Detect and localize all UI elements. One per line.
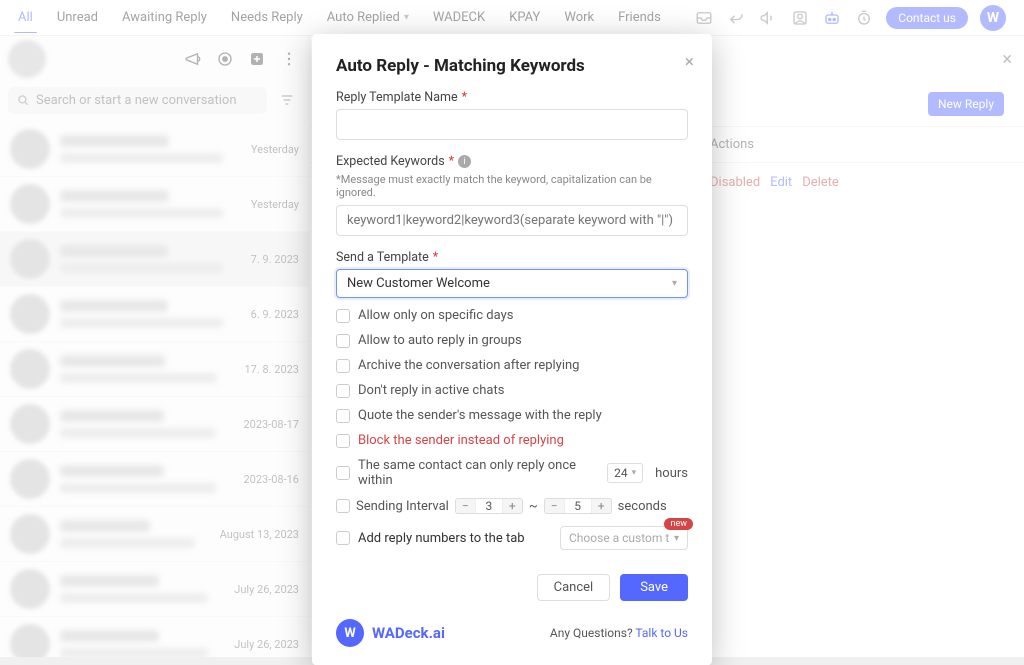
brand-name: WADeck.ai bbox=[372, 624, 445, 642]
chevron-down-icon: ▾ bbox=[672, 278, 677, 289]
send-template-select[interactable]: New Customer Welcome ▾ bbox=[336, 269, 688, 298]
interval-label: Sending Interval bbox=[356, 499, 449, 514]
close-icon[interactable]: × bbox=[685, 52, 694, 72]
hours-select[interactable]: 24▾ bbox=[607, 463, 643, 483]
template-name-label: Reply Template Name bbox=[336, 90, 458, 105]
check-specific-days[interactable]: Allow only on specific days bbox=[336, 308, 688, 323]
checkbox-icon[interactable] bbox=[336, 359, 350, 373]
check-no-active[interactable]: Don't reply in active chats bbox=[336, 383, 688, 398]
auto-reply-modal: × Auto Reply - Matching Keywords Reply T… bbox=[312, 34, 712, 665]
send-template-label: Send a Template bbox=[336, 250, 429, 265]
keywords-hint: *Message must exactly match the keyword,… bbox=[336, 173, 688, 199]
talk-to-us-link[interactable]: Talk to Us bbox=[635, 626, 688, 640]
check-archive[interactable]: Archive the conversation after replying bbox=[336, 358, 688, 373]
check-in-groups[interactable]: Allow to auto reply in groups bbox=[336, 333, 688, 348]
chevron-down-icon: ▾ bbox=[674, 533, 679, 544]
interval-min-stepper[interactable]: − 3 + bbox=[455, 498, 523, 514]
interval-max-value: 5 bbox=[565, 499, 591, 513]
checkbox-icon[interactable] bbox=[336, 466, 350, 480]
check-block[interactable]: Block the sender instead of replying bbox=[336, 433, 688, 448]
decrement-button[interactable]: − bbox=[456, 499, 476, 513]
checkbox-icon[interactable] bbox=[336, 309, 350, 323]
new-badge: new bbox=[664, 518, 693, 530]
template-name-input[interactable] bbox=[336, 109, 688, 140]
chevron-down-icon: ▾ bbox=[632, 468, 637, 478]
brand-logo-icon: W bbox=[336, 619, 364, 647]
interval-min-value: 3 bbox=[476, 499, 502, 513]
increment-button[interactable]: + bbox=[502, 499, 522, 513]
brand-question: Any Questions? bbox=[550, 626, 633, 640]
increment-button[interactable]: + bbox=[591, 499, 611, 513]
save-button[interactable]: Save bbox=[620, 574, 688, 601]
decrement-button[interactable]: − bbox=[545, 499, 565, 513]
info-icon[interactable]: i bbox=[458, 155, 471, 168]
checkbox-icon[interactable] bbox=[336, 499, 350, 513]
checkbox-icon[interactable] bbox=[336, 531, 350, 545]
add-numbers-label: Add reply numbers to the tab bbox=[358, 531, 525, 546]
checkbox-icon[interactable] bbox=[336, 384, 350, 398]
modal-title: Auto Reply - Matching Keywords bbox=[336, 56, 688, 76]
checkbox-icon[interactable] bbox=[336, 434, 350, 448]
check-same-contact[interactable]: The same contact can only reply once wit… bbox=[336, 458, 688, 488]
checkbox-icon[interactable] bbox=[336, 409, 350, 423]
keywords-label: Expected Keywords bbox=[336, 154, 445, 169]
keywords-input[interactable] bbox=[336, 205, 688, 236]
interval-max-stepper[interactable]: − 5 + bbox=[544, 498, 612, 514]
checkbox-icon[interactable] bbox=[336, 334, 350, 348]
cancel-button[interactable]: Cancel bbox=[537, 574, 611, 601]
choose-tab-select[interactable]: new Choose a custom tab ▾ bbox=[560, 526, 688, 550]
check-quote[interactable]: Quote the sender's message with the repl… bbox=[336, 408, 688, 423]
